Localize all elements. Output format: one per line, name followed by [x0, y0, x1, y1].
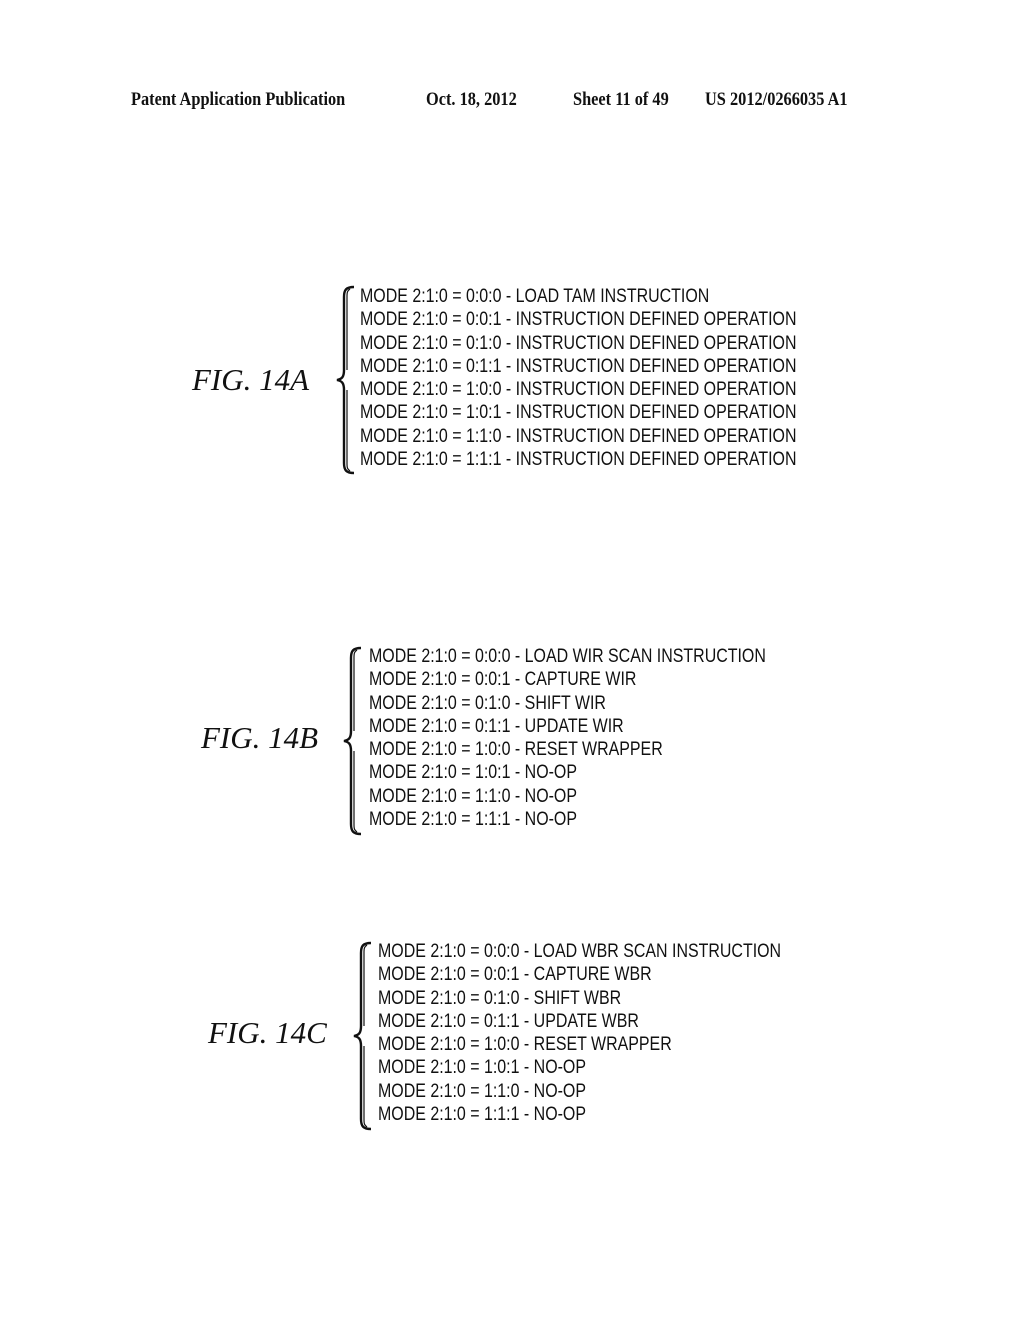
patent-number: US 2012/0266035 A1 [705, 89, 848, 110]
figure-label: FIG. 14C [208, 1015, 327, 1050]
mode-row: MODE 2:1:0 = 1:0:0 - RESET WRAPPER [378, 1034, 672, 1056]
mode-row: MODE 2:1:0 = 1:1:1 - NO-OP [378, 1104, 587, 1126]
mode-row: MODE 2:1:0 = 1:0:1 - NO-OP [369, 762, 578, 784]
mode-list: MODE 2:1:0 = 0:0:0 - LOAD WBR SCAN INSTR… [378, 940, 858, 1126]
figure-label: FIG. 14A [192, 362, 310, 397]
mode-row: MODE 2:1:0 = 1:1:1 - INSTRUCTION DEFINED… [360, 449, 797, 471]
mode-row: MODE 2:1:0 = 1:0:0 - INSTRUCTION DEFINED… [360, 379, 797, 401]
publication-type: Patent Application Publication [131, 89, 346, 110]
publication-date: Oct. 18, 2012 [426, 89, 517, 110]
mode-row: MODE 2:1:0 = 0:1:1 - INSTRUCTION DEFINED… [360, 355, 797, 377]
mode-row: MODE 2:1:0 = 0:1:0 - SHIFT WIR [369, 692, 606, 714]
mode-row: MODE 2:1:0 = 0:1:1 - UPDATE WBR [378, 1010, 639, 1032]
mode-row: MODE 2:1:0 = 1:1:0 - INSTRUCTION DEFINED… [360, 425, 797, 447]
mode-row: MODE 2:1:0 = 0:1:0 - INSTRUCTION DEFINED… [360, 332, 797, 354]
mode-row: MODE 2:1:0 = 0:0:1 - CAPTURE WIR [369, 669, 637, 691]
sheet-number: Sheet 11 of 49 [573, 89, 669, 110]
mode-row: MODE 2:1:0 = 0:0:0 - LOAD WIR SCAN INSTR… [369, 646, 766, 667]
mode-row: MODE 2:1:0 = 1:0:0 - RESET WRAPPER [369, 739, 663, 761]
mode-list: MODE 2:1:0 = 0:0:0 - LOAD WIR SCAN INSTR… [369, 645, 841, 831]
mode-row: MODE 2:1:0 = 0:0:1 - INSTRUCTION DEFINED… [360, 309, 797, 331]
mode-row: MODE 2:1:0 = 0:0:0 - LOAD TAM INSTRUCTIO… [360, 286, 710, 307]
mode-row: MODE 2:1:0 = 1:0:1 - NO-OP [378, 1057, 587, 1079]
curly-brace-icon [353, 941, 372, 1131]
mode-row: MODE 2:1:0 = 1:1:0 - NO-OP [369, 785, 578, 807]
page-header: Patent Application Publication Oct. 18, … [0, 89, 1024, 113]
mode-list: MODE 2:1:0 = 0:0:0 - LOAD TAM INSTRUCTIO… [360, 285, 880, 471]
mode-row: MODE 2:1:0 = 1:1:1 - NO-OP [369, 809, 578, 831]
mode-row: MODE 2:1:0 = 0:0:1 - CAPTURE WBR [378, 964, 652, 986]
mode-row: MODE 2:1:0 = 1:1:0 - NO-OP [378, 1080, 587, 1102]
mode-row: MODE 2:1:0 = 0:1:1 - UPDATE WIR [369, 715, 624, 737]
curly-brace-icon [336, 285, 355, 475]
mode-row: MODE 2:1:0 = 1:0:1 - INSTRUCTION DEFINED… [360, 402, 797, 424]
curly-brace-icon [343, 646, 362, 836]
mode-row: MODE 2:1:0 = 0:0:0 - LOAD WBR SCAN INSTR… [378, 941, 782, 962]
mode-row: MODE 2:1:0 = 0:1:0 - SHIFT WBR [378, 987, 622, 1009]
figure-label: FIG. 14B [201, 720, 319, 755]
